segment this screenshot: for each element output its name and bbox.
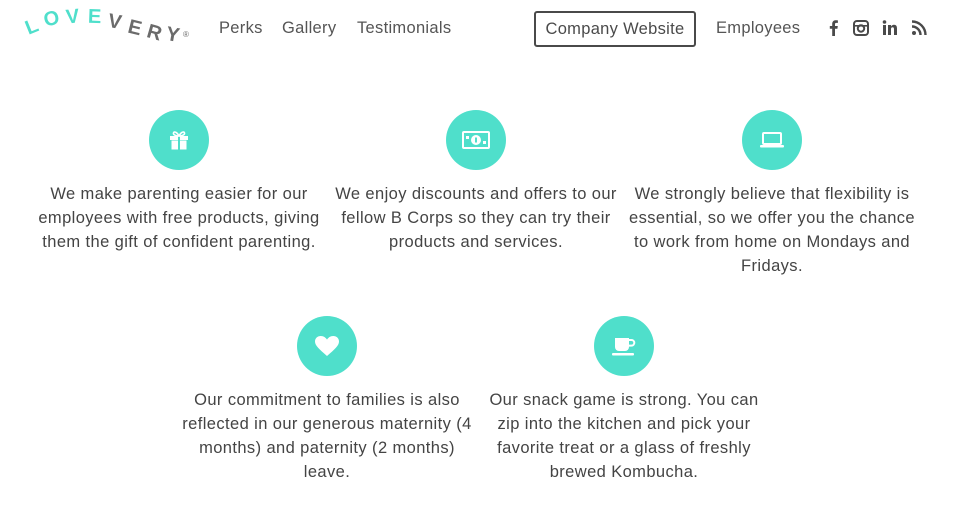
gift-icon bbox=[170, 131, 188, 150]
top-navigation: L O V E V E R Y ® Perks Gallery Testimon… bbox=[0, 0, 964, 60]
perk-icon-circle bbox=[742, 110, 802, 170]
perk-parental-leave: Our commitment to families is also refle… bbox=[182, 316, 472, 484]
company-website-button[interactable]: Company Website bbox=[534, 11, 696, 47]
perk-free-products: We make parenting easier for our employe… bbox=[34, 110, 324, 254]
heart-icon bbox=[315, 336, 339, 356]
perk-description: We make parenting easier for our employe… bbox=[38, 185, 320, 251]
coffee-cup-icon bbox=[612, 338, 636, 356]
perk-description: Our snack game is strong. You can zip in… bbox=[489, 391, 759, 481]
lovevery-logo[interactable]: L O V E V E R Y ® bbox=[22, 5, 196, 52]
logo-letter: O bbox=[41, 6, 62, 32]
logo-letter: Y bbox=[164, 23, 182, 47]
perk-icon-circle bbox=[446, 110, 506, 170]
logo-letter: E bbox=[125, 15, 144, 41]
logo-letter: R bbox=[144, 20, 165, 46]
facebook-icon[interactable] bbox=[825, 19, 843, 37]
nav-link-testimonials[interactable]: Testimonials bbox=[357, 19, 451, 38]
laptop-icon bbox=[760, 132, 784, 148]
perk-icon-circle bbox=[149, 110, 209, 170]
perk-snacks: Our snack game is strong. You can zip in… bbox=[479, 316, 769, 484]
perk-b-corp-discounts: We enjoy discounts and offers to our fel… bbox=[331, 110, 621, 254]
logo-letter: V bbox=[64, 5, 81, 29]
perk-description: We enjoy discounts and offers to our fel… bbox=[335, 185, 617, 251]
instagram-icon[interactable] bbox=[852, 19, 870, 37]
perk-work-from-home: We strongly believe that flexibility is … bbox=[627, 110, 917, 278]
rss-icon[interactable] bbox=[910, 19, 928, 37]
nav-link-gallery[interactable]: Gallery bbox=[282, 19, 336, 38]
trademark-symbol: ® bbox=[183, 30, 189, 39]
logo-letter: E bbox=[87, 5, 102, 29]
nav-link-perks[interactable]: Perks bbox=[219, 19, 263, 38]
perk-description: We strongly believe that flexibility is … bbox=[629, 185, 915, 275]
perk-description: Our commitment to families is also refle… bbox=[182, 391, 472, 481]
logo-letter: L bbox=[22, 14, 42, 40]
linkedin-icon[interactable] bbox=[881, 19, 899, 37]
perk-icon-circle bbox=[594, 316, 654, 376]
perk-icon-circle bbox=[297, 316, 357, 376]
money-icon bbox=[462, 131, 490, 149]
nav-link-employees[interactable]: Employees bbox=[716, 19, 800, 38]
logo-letter: V bbox=[106, 10, 124, 34]
